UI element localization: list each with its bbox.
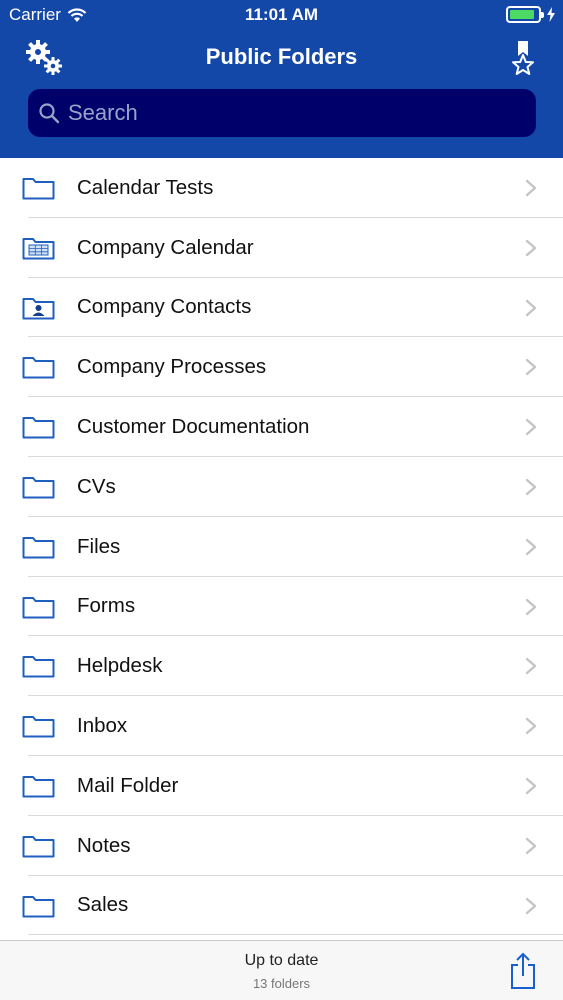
search-bar[interactable]: [28, 89, 536, 137]
folder-label: CVs: [77, 474, 116, 498]
folder-icon: [22, 716, 55, 738]
folder-row[interactable]: Company Calendar: [0, 218, 563, 278]
folder-row[interactable]: CVs: [0, 457, 563, 517]
folder-icon: [22, 536, 55, 559]
folder-row[interactable]: Sales: [0, 876, 563, 936]
folder-icon: [22, 417, 55, 439]
status-bar: Carrier 11:01 AM: [0, 0, 563, 30]
chevron-right-icon: [525, 239, 537, 256]
folder-label: Files: [77, 534, 121, 558]
battery-level: [510, 10, 535, 19]
chevron-right-icon: [525, 538, 537, 555]
battery-icon: [506, 6, 544, 23]
folder-label: Company Processes: [77, 355, 267, 379]
folder-row[interactable]: Calendar Tests: [0, 158, 563, 218]
folder-label: Notes: [77, 833, 131, 857]
search-input[interactable]: [68, 100, 508, 126]
share-icon: [511, 952, 535, 989]
folder-row[interactable]: Customer Documentation: [0, 397, 563, 457]
chevron-right-icon: [525, 777, 537, 795]
folder-icon: [22, 835, 55, 858]
folder-label: Inbox: [77, 714, 128, 738]
page-title: Public Folders: [205, 44, 358, 69]
folder-label: Company Calendar: [77, 235, 254, 259]
charging-bolt-icon: [547, 7, 555, 22]
chevron-right-icon: [525, 837, 537, 854]
folder-label: Calendar Tests: [77, 175, 214, 199]
folder-row[interactable]: Files: [0, 517, 563, 577]
folder-icon: [22, 775, 55, 798]
folder-row[interactable]: Notes: [0, 816, 563, 876]
favorite-bookmark-icon: [512, 41, 534, 75]
folder-label: Mail Folder: [77, 773, 179, 797]
folder-icon: [22, 596, 55, 619]
folder-label: Helpdesk: [77, 654, 163, 678]
folder-count: 13 folders: [252, 976, 311, 991]
contacts-folder-icon: [22, 297, 55, 320]
folder-list: Calendar Tests Company Calendar Company Co…: [0, 158, 563, 936]
chevron-right-icon: [525, 359, 537, 376]
app-header: Carrier 11:01 AM Public Folders Search: [0, 0, 563, 158]
clock: 11:01 AM: [244, 5, 319, 24]
favorites-button[interactable]: [507, 38, 541, 78]
folder-icon: [22, 656, 55, 678]
folder-icon: [22, 895, 55, 918]
chevron-right-icon: [525, 299, 537, 316]
folder-row[interactable]: Company Processes: [0, 337, 563, 397]
chevron-right-icon: [525, 717, 537, 735]
folder-row[interactable]: Company Contacts: [0, 278, 563, 338]
folder-label: Company Contacts: [77, 295, 252, 319]
folder-label: Forms: [77, 594, 136, 618]
folder-icon: [22, 476, 55, 499]
folder-label: Customer Documentation: [77, 415, 310, 439]
bottom-toolbar: Up to date 13 folders: [0, 940, 563, 1000]
search-icon: [39, 103, 60, 124]
status-right-group: [506, 6, 555, 23]
folder-icon: [22, 178, 55, 200]
chevron-right-icon: [525, 658, 537, 675]
folder-row[interactable]: Helpdesk: [0, 636, 563, 696]
chevron-right-icon: [525, 598, 537, 615]
folder-icon: [22, 357, 55, 379]
folder-row[interactable]: Mail Folder: [0, 756, 563, 816]
chevron-right-icon: [525, 418, 537, 436]
chevron-right-icon: [525, 179, 537, 197]
folder-row[interactable]: Forms: [0, 577, 563, 637]
chevron-right-icon: [525, 478, 537, 496]
folder-label: Sales: [77, 893, 129, 917]
chevron-right-icon: [525, 897, 537, 914]
share-button[interactable]: [509, 952, 537, 990]
folder-row[interactable]: Inbox: [0, 696, 563, 756]
sync-status: Up to date: [244, 952, 319, 969]
calendar-folder-icon: [22, 237, 55, 260]
